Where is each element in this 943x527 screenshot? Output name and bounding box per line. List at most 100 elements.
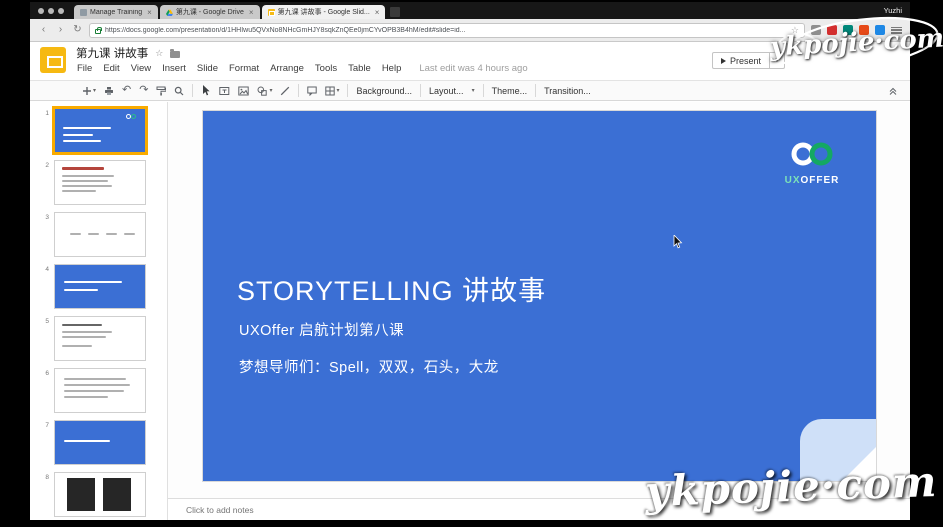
- insert-image-icon[interactable]: [238, 86, 249, 96]
- extension-icon-blue[interactable]: [875, 25, 885, 35]
- slide-thumbnail-2[interactable]: 2: [30, 160, 167, 205]
- background-button[interactable]: Background...: [356, 86, 412, 96]
- slide-thumbnail-1[interactable]: 1: [30, 108, 167, 153]
- thumbnail-preview: [54, 472, 146, 517]
- new-tab-button[interactable]: [390, 7, 400, 17]
- thumb-line: [62, 331, 112, 333]
- menu-slide[interactable]: Slide: [197, 63, 218, 74]
- shape-dropdown-icon[interactable]: ▾: [269, 87, 272, 94]
- transition-button[interactable]: Transition...: [544, 86, 591, 96]
- undo-icon[interactable]: ↶: [122, 85, 131, 96]
- folder-icon[interactable]: [170, 51, 180, 58]
- speaker-notes-area[interactable]: Click to add notes: [168, 498, 910, 520]
- thumb-line: [62, 175, 114, 177]
- menu-tools[interactable]: Tools: [315, 63, 337, 74]
- toolbar-separator: [483, 84, 484, 97]
- slide-number: 4: [30, 264, 54, 273]
- slide-thumbnail-6[interactable]: 6: [30, 368, 167, 413]
- insert-line-icon[interactable]: [280, 86, 290, 96]
- menu-view[interactable]: View: [131, 63, 151, 74]
- layout-dropdown-icon[interactable]: ▾: [472, 87, 475, 94]
- thumb-line: [62, 336, 106, 338]
- extension-icon-red[interactable]: [827, 25, 837, 35]
- last-edit-status[interactable]: Last edit was 4 hours ago: [419, 63, 527, 74]
- thumb-line: [64, 384, 130, 386]
- tab-slides-active[interactable]: 第九课 讲故事 - Google Slid... ×: [262, 5, 386, 19]
- window-controls[interactable]: [38, 8, 64, 14]
- slide-thumbnail-5[interactable]: 5: [30, 316, 167, 361]
- toolbar-separator: [535, 84, 536, 97]
- star-icon[interactable]: ☆: [155, 48, 163, 59]
- slide-thumbnail-4[interactable]: 4: [30, 264, 167, 309]
- edit-toolbar: ▾ ↶ ↷ ▾: [30, 80, 910, 101]
- slide-thumbnail-7[interactable]: 7: [30, 420, 167, 465]
- url-text: https://docs.google.com/presentation/d/1…: [105, 27, 465, 34]
- forward-button[interactable]: ›: [55, 25, 66, 35]
- extension-icon-gray[interactable]: [811, 25, 821, 35]
- tab-close-icon[interactable]: ×: [147, 8, 152, 17]
- slide-subtitle[interactable]: UXOffer 启航计划第八课: [239, 319, 404, 340]
- table-dropdown-icon[interactable]: ▾: [336, 87, 339, 94]
- thumb-line: [64, 378, 126, 380]
- menu-table[interactable]: Table: [348, 63, 371, 74]
- uxoffer-logo-icon: [785, 141, 839, 169]
- thumb-line: [62, 167, 104, 170]
- back-button[interactable]: ‹: [38, 25, 49, 35]
- browser-menu-icon[interactable]: [891, 26, 902, 35]
- table-grid-icon[interactable]: ▾: [325, 86, 339, 96]
- toolbar-separator: [420, 84, 421, 97]
- tab-google-drive[interactable]: 第九课 - Google Drive ×: [160, 5, 260, 19]
- tab-manage-training[interactable]: Manage Training ×: [74, 5, 158, 19]
- menu-insert[interactable]: Insert: [162, 63, 186, 74]
- zoom-icon[interactable]: [174, 86, 184, 96]
- thumb-line: [64, 396, 108, 398]
- slide-number: 2: [30, 160, 54, 169]
- new-slide-dropdown-icon[interactable]: ▾: [93, 87, 96, 94]
- menu-arrange[interactable]: Arrange: [270, 63, 304, 74]
- collapse-menus-icon[interactable]: [888, 86, 898, 96]
- slide-presenters[interactable]: 梦想导师们：Spell，双双，石头，大龙: [239, 356, 499, 377]
- redo-icon[interactable]: ↷: [139, 85, 148, 96]
- extension-icon-orange[interactable]: [859, 25, 869, 35]
- address-bar[interactable]: https://docs.google.com/presentation/d/1…: [89, 23, 805, 38]
- current-slide[interactable]: UXOFFER STORYTELLING 讲故事 UXOffer 启航计划第八课…: [203, 111, 876, 481]
- theme-button[interactable]: Theme...: [492, 86, 528, 96]
- slides-header: 第九课 讲故事 ☆ File Edit View Insert Slide Fo…: [30, 42, 910, 80]
- slide-canvas: UXOFFER STORYTELLING 讲故事 UXOffer 启航计划第八课…: [168, 102, 910, 498]
- thumbnail-preview: [54, 108, 146, 153]
- present-button[interactable]: Present: [712, 52, 770, 69]
- slides-logo-icon[interactable]: [40, 47, 66, 73]
- menu-edit[interactable]: Edit: [103, 63, 119, 74]
- slide-thumbnail-3[interactable]: 3: [30, 212, 167, 257]
- thumb-dash: [70, 233, 81, 235]
- tab-close-icon[interactable]: ×: [249, 8, 254, 17]
- slide-number: 8: [30, 472, 54, 481]
- text-box-icon[interactable]: [219, 86, 230, 96]
- insert-shape-icon[interactable]: ▾: [257, 86, 272, 96]
- slide-thumbnail-8[interactable]: 8: [30, 472, 167, 517]
- browser-window: Manage Training × 第九课 - Google Drive × 第…: [30, 2, 910, 520]
- comment-icon[interactable]: [307, 86, 317, 96]
- slide-number: 1: [30, 108, 54, 117]
- thumbnail-preview: [54, 264, 146, 309]
- tab-close-icon[interactable]: ×: [375, 8, 380, 17]
- menu-help[interactable]: Help: [382, 63, 402, 74]
- select-cursor-icon[interactable]: [201, 85, 211, 96]
- thumbnail-preview: [54, 212, 146, 257]
- toolbar-separator: [298, 84, 299, 97]
- slide-title[interactable]: STORYTELLING 讲故事: [237, 269, 546, 308]
- slide-number: 3: [30, 212, 54, 221]
- paint-format-icon[interactable]: [156, 86, 166, 96]
- thumb-line: [62, 190, 96, 192]
- menu-format[interactable]: Format: [229, 63, 259, 74]
- document-title[interactable]: 第九课 讲故事: [76, 45, 148, 61]
- layout-button[interactable]: Layout...: [429, 86, 464, 96]
- present-dropdown-button[interactable]: ▼: [770, 52, 785, 69]
- menu-file[interactable]: File: [77, 63, 92, 74]
- reload-button[interactable]: ↻: [72, 25, 83, 35]
- new-slide-button[interactable]: ▾: [82, 86, 96, 96]
- bookmark-star-icon[interactable]: ☆: [791, 25, 799, 36]
- print-icon[interactable]: [104, 86, 114, 96]
- thumbnail-preview: [54, 368, 146, 413]
- extension-icon-teal[interactable]: [843, 25, 853, 35]
